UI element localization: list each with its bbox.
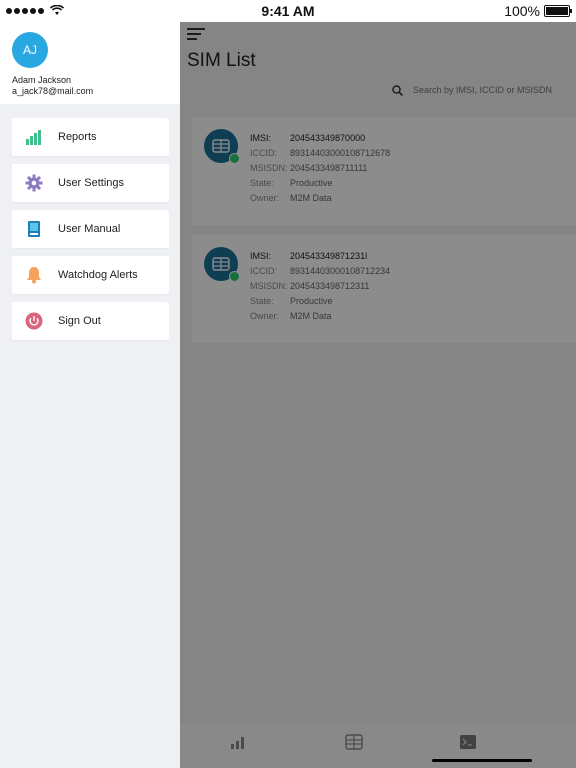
battery-icon [544, 5, 572, 17]
battery-group: 100% [504, 3, 572, 19]
bell-icon [24, 265, 44, 285]
menu-item-user-settings[interactable]: User Settings [12, 164, 169, 202]
bar-chart-icon [24, 127, 44, 147]
menu-item-sign-out[interactable]: Sign Out [12, 302, 169, 340]
gear-icon [24, 173, 44, 193]
menu-item-label: Sign Out [58, 315, 101, 327]
navigation-drawer: AJ Adam Jackson a_jack78@mail.com Report… [0, 22, 180, 768]
status-bar: 9:41 AM 100% [0, 0, 576, 22]
user-profile-header: AJ Adam Jackson a_jack78@mail.com [0, 22, 180, 104]
menu-item-label: User Manual [58, 223, 121, 235]
status-time: 9:41 AM [261, 3, 315, 19]
user-name: Adam Jackson [12, 75, 72, 85]
menu-item-user-manual[interactable]: User Manual [12, 210, 169, 248]
book-icon [24, 219, 44, 239]
drawer-dim-overlay[interactable] [180, 22, 576, 768]
user-email: a_jack78@mail.com [12, 86, 94, 96]
drawer-menu: Reports User Settings User Manual Watchd… [12, 118, 169, 348]
battery-percent: 100% [504, 3, 540, 19]
power-icon [24, 311, 44, 331]
menu-item-label: Watchdog Alerts [58, 269, 138, 281]
menu-item-label: Reports [58, 131, 97, 143]
menu-item-watchdog-alerts[interactable]: Watchdog Alerts [12, 256, 169, 294]
avatar: AJ [12, 32, 48, 68]
menu-item-label: User Settings [58, 177, 125, 189]
menu-item-reports[interactable]: Reports [12, 118, 169, 156]
